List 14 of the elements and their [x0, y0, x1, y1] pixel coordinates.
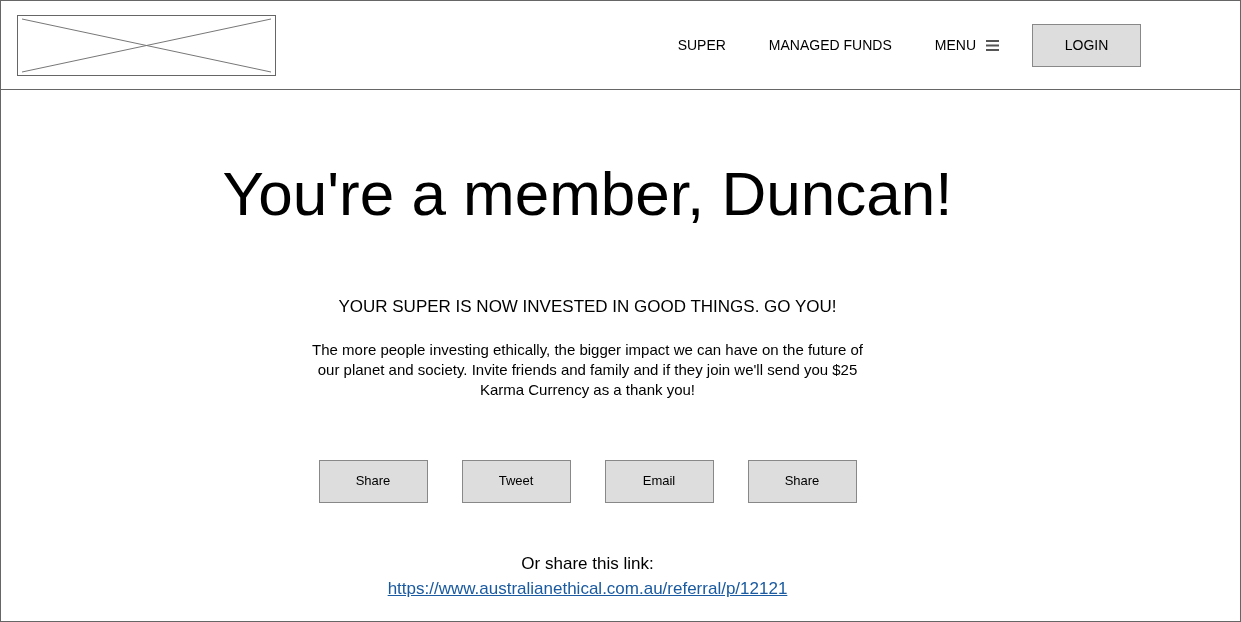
nav-link[interactable]: SUPER — [677, 34, 726, 56]
share-link-label: Or share this link: — [521, 552, 654, 575]
nav-link[interactable]: MANAGED FUNDS — [768, 34, 892, 56]
share-button[interactable]: Tweet — [461, 459, 571, 503]
menu-button[interactable]: MENU — [934, 34, 999, 56]
login-button[interactable]: LOGIN — [1032, 23, 1141, 67]
referral-link[interactable]: https://www.australianethical.com.au/referral/p/12121 — [387, 576, 788, 602]
share-button[interactable]: Share — [318, 459, 428, 503]
subheading: YOUR SUPER IS NOW INVESTED IN GOOD THINGS. GO YOU! — [338, 296, 837, 318]
share-button[interactable]: Email — [604, 459, 714, 503]
menu-icon — [986, 39, 999, 51]
welcome-heading: You're a member, Duncan! — [222, 158, 953, 230]
share-button[interactable]: Share — [747, 459, 857, 503]
invite-text: The more people investing ethically, the bigger impact we can have on the future of our planet and society. Invite friends and family and if they join we'll send you $25 Karma Currency as a thank you! — [311, 339, 864, 400]
